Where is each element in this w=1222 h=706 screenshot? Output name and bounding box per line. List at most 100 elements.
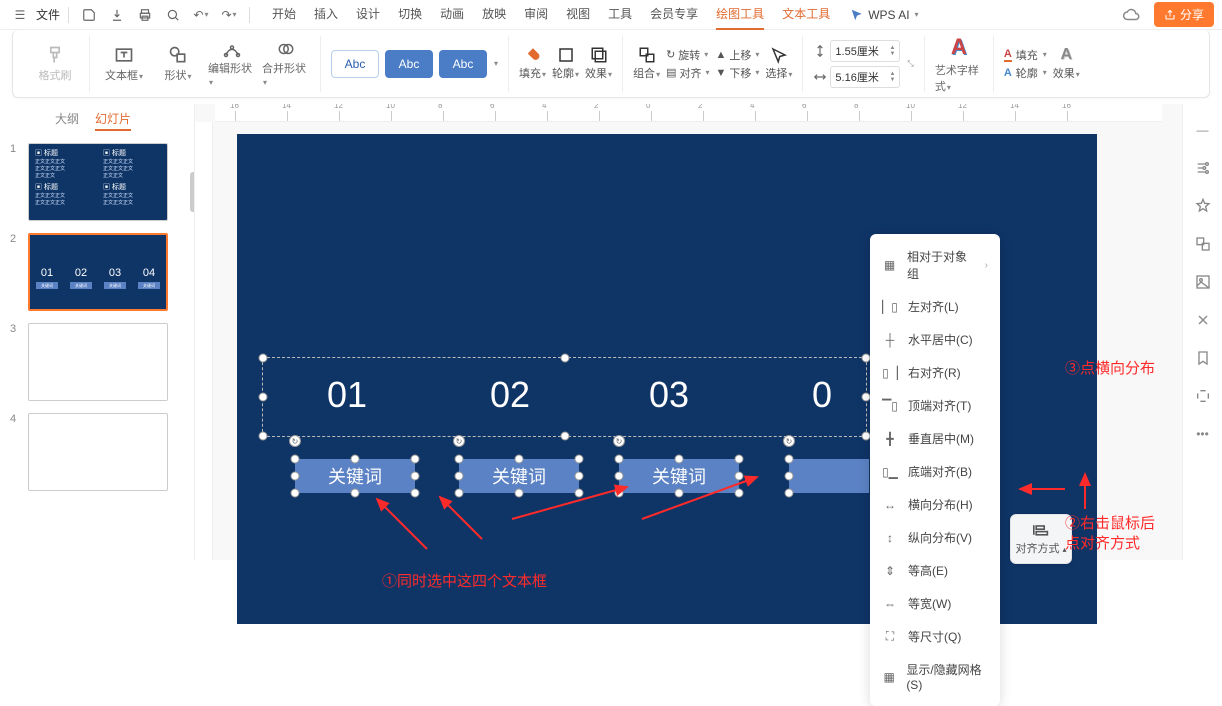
floating-align-button[interactable]: 对齐方式 ▴ [1010,514,1072,564]
style-more-icon[interactable]: ▾ [494,59,498,68]
rotate-button[interactable]: ↻旋转▾ [666,47,709,63]
rotate-handle-icon[interactable]: ↻ [783,435,795,447]
slide-number-1[interactable]: 01 [327,374,367,416]
text-outline-button[interactable]: A轮廓▾ [1004,65,1047,81]
move-up-button[interactable]: ▲上移▾ [716,47,760,63]
wordart-style-button[interactable]: A 艺术字样式▾ [935,40,983,88]
menu-align-middle-v[interactable]: ╋垂直居中(M) [870,422,1000,455]
annotation-text-2: ③点横向分布 [1065,357,1155,378]
menu-equal-width[interactable]: ⇔等宽(W) [870,587,1000,620]
annotation-text-3b: 点对齐方式 [1065,532,1140,553]
combine-shape-button[interactable]: 合并形状▾ [262,40,310,88]
format-painter-button[interactable]: 格式刷 [31,40,79,88]
rail-bookmark-icon[interactable] [1193,348,1213,368]
right-icon-rail: — ••• [1182,104,1222,560]
tab-design[interactable]: 设计 [356,0,380,30]
scrollbar-thumb[interactable] [190,172,194,212]
align-button[interactable]: ▤对齐▾ [666,65,709,81]
rotate-handle-icon[interactable]: ↻ [613,435,625,447]
slide-thumbnail-3[interactable] [28,323,168,401]
size-launcher-icon[interactable]: ⤡ [907,59,913,69]
slide-canvas[interactable]: 16 14 12 10 8 6 4 2 0 2 4 6 8 10 12 14 1… [195,104,1182,560]
width-input[interactable]: 5.16厘米▲▼ [830,66,900,88]
shape-style-preset-1[interactable]: Abc [331,50,379,78]
vertical-ruler [195,122,213,560]
menu-equal-height[interactable]: ⇕等高(E) [870,554,1000,587]
tab-text-tools[interactable]: 文本工具 [782,0,830,30]
rail-settings-icon[interactable] [1193,158,1213,178]
outline-tab[interactable]: 大纲 [55,110,79,131]
shape-effect-button[interactable]: 效果▾ [585,46,612,81]
text-effect-button[interactable]: A效果▾ [1053,46,1080,81]
wps-ai-button[interactable]: WPS AI▾ [850,8,918,22]
rotate-handle-icon[interactable]: ↻ [289,435,301,447]
rail-more-icon[interactable]: ••• [1193,424,1213,444]
menu-align-center-h[interactable]: ┼水平居中(C) [870,323,1000,356]
annotation-text-3a: ②右击鼠标后 [1065,512,1155,533]
tab-start[interactable]: 开始 [272,0,296,30]
slide-number-2[interactable]: 02 [490,374,530,416]
tab-view[interactable]: 视图 [566,0,590,30]
cloud-icon[interactable] [1120,3,1144,27]
rail-star-icon[interactable] [1193,196,1213,216]
rotate-handle-icon[interactable]: ↻ [453,435,465,447]
menu-equal-size[interactable]: ⛶等尺寸(Q) [870,620,1000,653]
tab-animation[interactable]: 动画 [440,0,464,30]
slides-tab[interactable]: 幻灯片 [95,110,131,131]
menu-distribute-h[interactable]: ↔横向分布(H) [870,488,1000,521]
tab-member[interactable]: 会员专享 [650,0,698,30]
textbox-button[interactable]: 文本框▾ [100,40,148,88]
shape-style-preset-3[interactable]: Abc [439,50,487,78]
shape-fill-button[interactable]: 填充▾ [519,46,546,81]
menubar: ☰ 文件 ↶▾ ↷▾ 开始 插入 设计 切换 动画 放映 审阅 视图 工具 会员… [0,0,1222,30]
align-context-menu: ▦相对于对象组› ▏▯左对齐(L) ┼水平居中(C) ▯▕右对齐(R) ▔▯顶端… [870,234,1000,706]
move-down-button[interactable]: ▼下移▾ [716,65,760,81]
tab-review[interactable]: 审阅 [524,0,548,30]
shape-button[interactable]: 形状▾ [154,40,202,88]
group-button[interactable]: 组合▾ [633,46,660,81]
print-icon[interactable] [133,3,157,27]
menu-show-hide-grid[interactable]: ▦显示/隐藏网格(S) [870,653,1000,700]
slide-thumbnail-4[interactable] [28,413,168,491]
file-menu[interactable]: 文件 [36,6,60,23]
rail-shape-icon[interactable] [1193,234,1213,254]
menu-relative-to-group[interactable]: ▦相对于对象组› [870,240,1000,290]
undo-icon[interactable]: ↶▾ [189,3,213,27]
edit-shape-button[interactable]: 编辑形状▾ [208,40,256,88]
thumb-index: 1 [10,143,20,155]
slide-thumbnail-1[interactable]: ▣ 标题正文正文正文正文正文正文正文正文 ▣ 标题正文正文正文正文正文正文正文正… [28,143,168,221]
text-fill-button[interactable]: A填充▾ [1004,47,1047,63]
tab-insert[interactable]: 插入 [314,0,338,30]
rail-image-icon[interactable] [1193,272,1213,292]
redo-icon[interactable]: ↷▾ [217,3,241,27]
export-icon[interactable] [105,3,129,27]
height-input[interactable]: 1.55厘米▲▼ [830,40,900,62]
slide-number-3[interactable]: 03 [649,374,689,416]
slide-thumbnail-2[interactable]: 01关键词 02关键词 03关键词 04关键词 [28,233,168,311]
horizontal-ruler: 16 14 12 10 8 6 4 2 0 2 4 6 8 10 12 14 1… [215,104,1162,122]
ribbon: 格式刷 文本框▾ 形状▾ 编辑形状▾ 合并形状▾ Abc Abc Abc ▾ 填… [12,30,1210,98]
preview-icon[interactable] [161,3,185,27]
tab-slideshow[interactable]: 放映 [482,0,506,30]
shape-style-preset-2[interactable]: Abc [385,50,433,78]
save-icon[interactable] [77,3,101,27]
tab-transition[interactable]: 切换 [398,0,422,30]
thumb-index: 3 [10,323,20,335]
menu-align-bottom[interactable]: ▯▁底端对齐(B) [870,455,1000,488]
share-button[interactable]: 分享 [1154,2,1214,27]
menu-align-right[interactable]: ▯▕右对齐(R) [870,356,1000,389]
select-button[interactable]: 选择▾ [765,46,792,81]
menu-align-left[interactable]: ▏▯左对齐(L) [870,290,1000,323]
width-icon [813,70,827,84]
shape-outline-button[interactable]: 轮廓▾ [552,46,579,81]
rail-tools-icon[interactable] [1193,310,1213,330]
menu-align-top[interactable]: ▔▯顶端对齐(T) [870,389,1000,422]
hamburger-icon[interactable]: ☰ [8,3,32,27]
tab-drawing-tools[interactable]: 绘图工具 [716,0,764,30]
menu-distribute-v[interactable]: ↕纵向分布(V) [870,521,1000,554]
thumb-index: 2 [10,233,20,245]
rail-minus-icon[interactable]: — [1193,120,1213,140]
tab-tools[interactable]: 工具 [608,0,632,30]
slide-number-4[interactable]: 0 [812,374,832,416]
rail-collapse-icon[interactable] [1193,386,1213,406]
